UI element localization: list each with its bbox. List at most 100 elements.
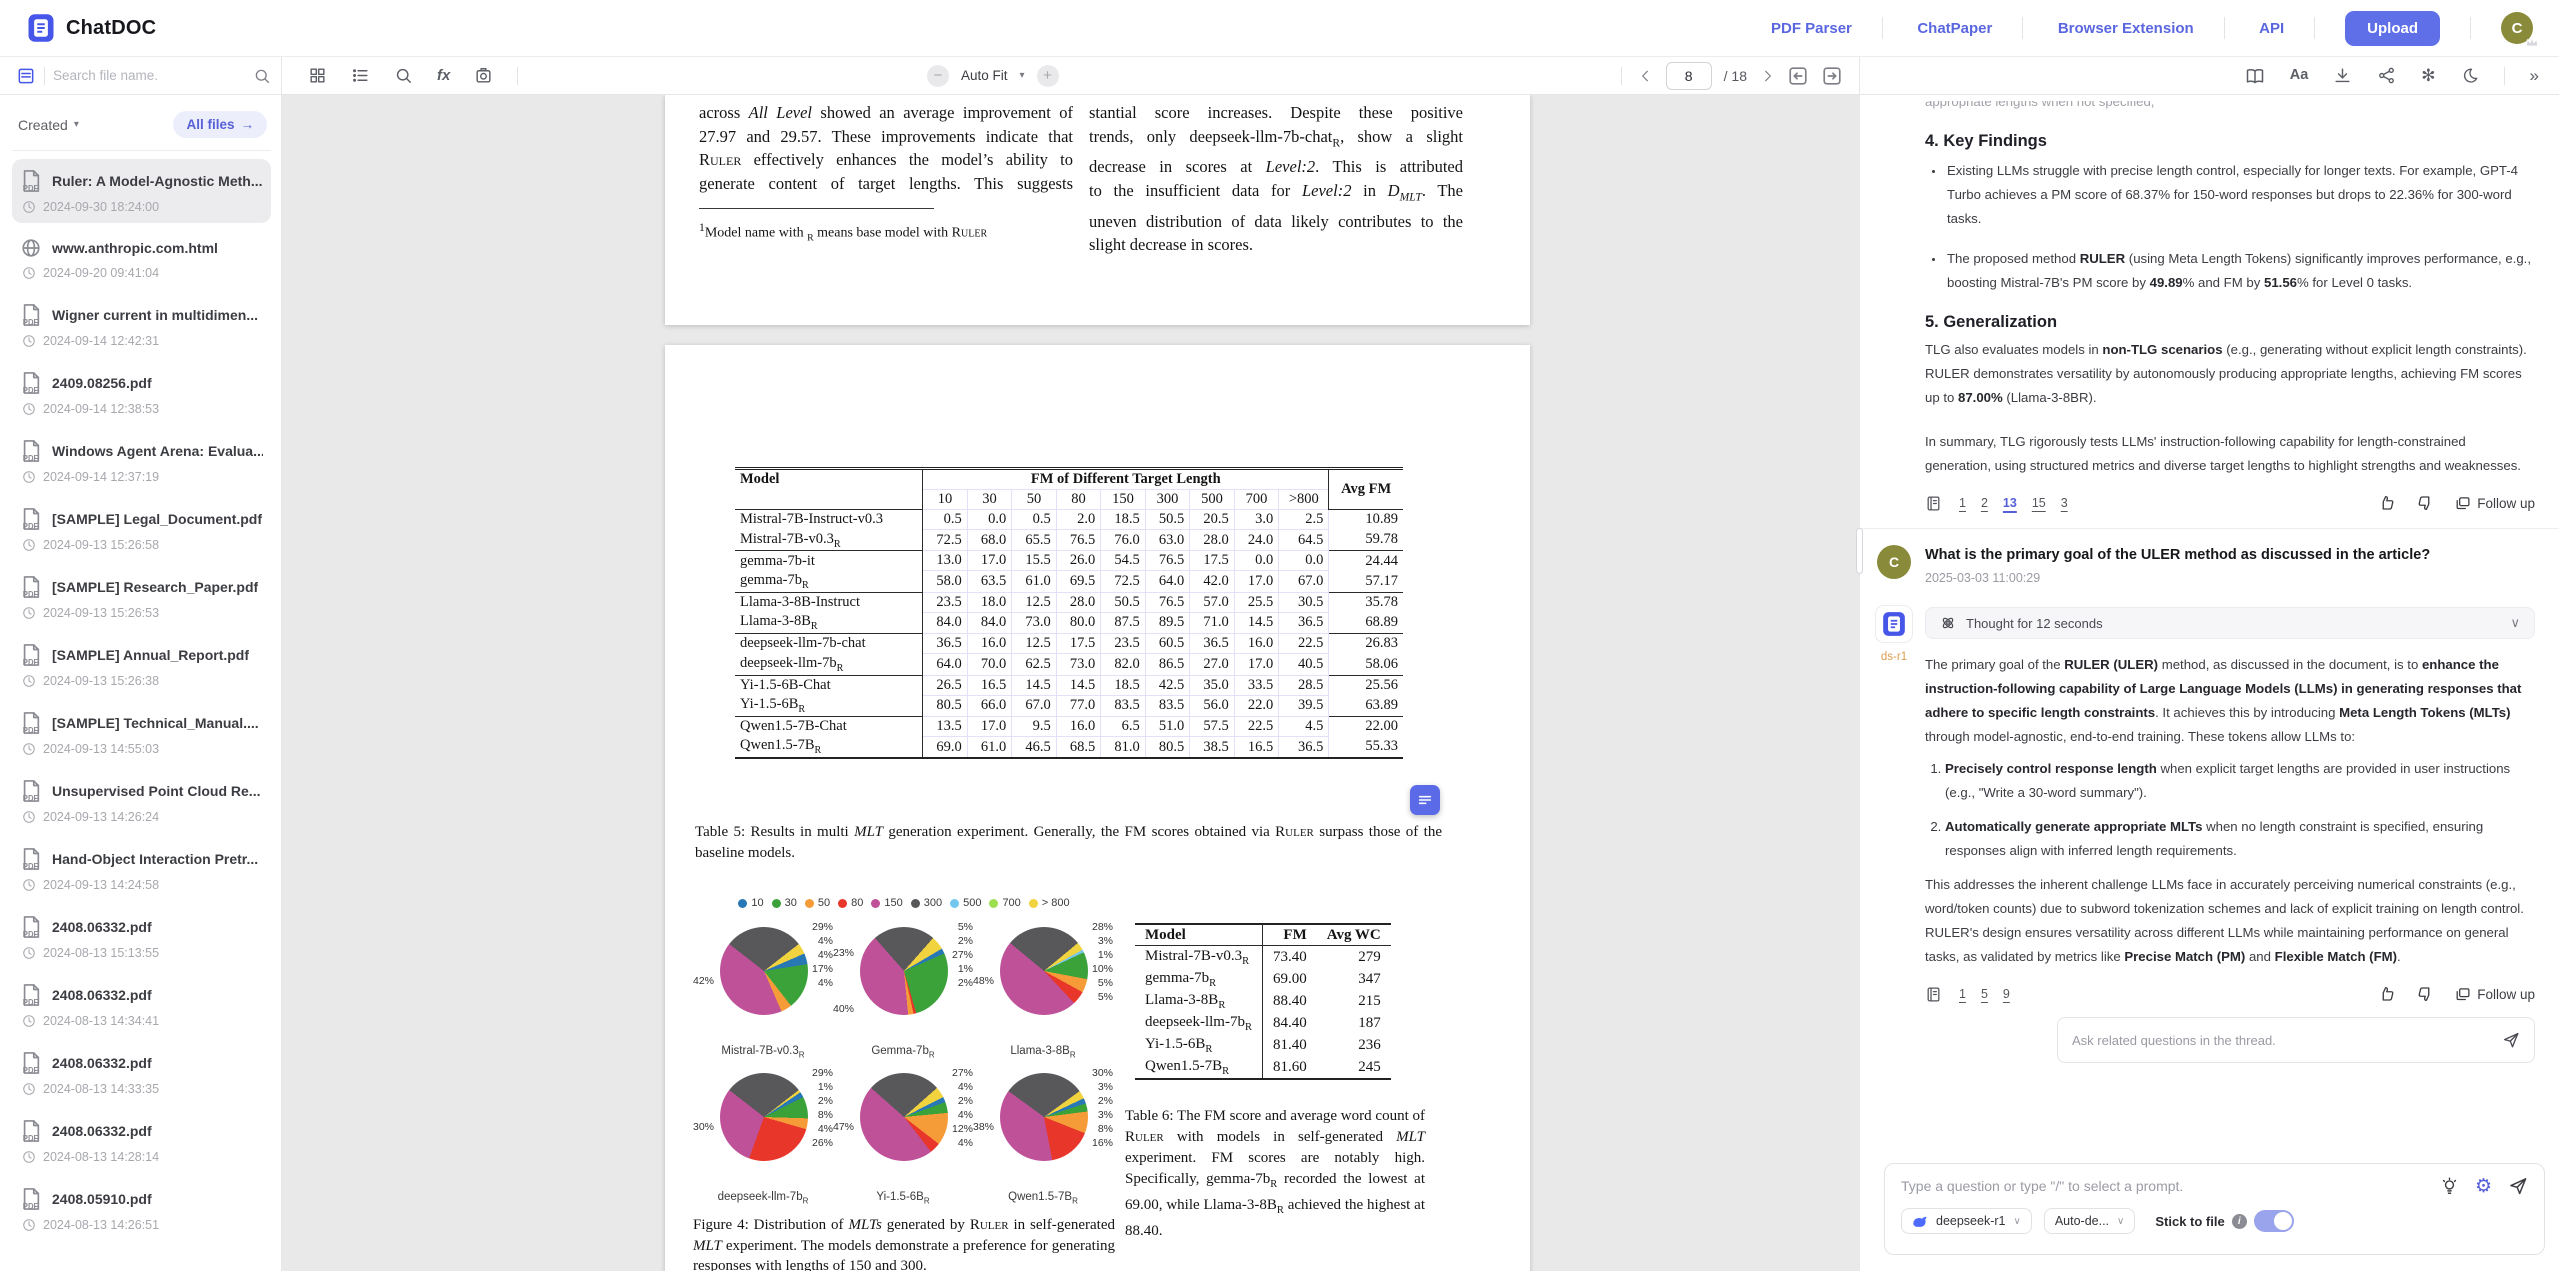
pdf-viewer[interactable]: across All Level showed an average impro… — [282, 95, 1860, 1271]
composer: ⚙ deepseek-r1 ∨ Auto-de... ∨ Stick to fi… — [1884, 1163, 2545, 1255]
page-number-input[interactable] — [1666, 62, 1712, 90]
svg-text:PDF: PDF — [23, 454, 39, 463]
nav-link[interactable]: API — [2229, 20, 2314, 37]
next-page-icon[interactable] — [1759, 68, 1775, 84]
file-date: 2024-09-14 12:38:53 — [43, 402, 159, 416]
nav-link[interactable]: Browser Extension — [2028, 20, 2224, 37]
dark-mode-moon-icon[interactable] — [2461, 67, 2479, 85]
list-item[interactable]: PDF Windows Agent Arena: Evalua... 2024-… — [12, 429, 271, 493]
openai-icon[interactable]: ✻ — [2421, 67, 2435, 84]
list-item[interactable]: PDF Ruler: A Model-Agnostic Meth... 2024… — [12, 159, 271, 223]
list-item[interactable]: PDF www.anthropic.com.html 2024-09-20 09… — [12, 227, 271, 289]
formula-icon[interactable]: fx — [437, 67, 450, 84]
page-citation[interactable]: 5 — [1981, 987, 1988, 1001]
svg-text:PDF: PDF — [23, 1134, 39, 1143]
search-input[interactable] — [53, 68, 245, 83]
page-citation[interactable]: 13 — [2003, 496, 2017, 510]
history-back-icon[interactable] — [1787, 65, 1809, 87]
chatdoc-logo[interactable]: ChatDOC — [26, 13, 156, 43]
sort-created-dropdown[interactable]: Created▾ — [18, 117, 79, 133]
chat-scroll-area[interactable]: appropriate lengths when not specified, … — [1860, 95, 2559, 1149]
summary-book-icon[interactable] — [2245, 66, 2265, 86]
svg-text:PDF: PDF — [23, 1202, 39, 1211]
list-item[interactable]: PDF Hand-Object Interaction Pretr... 202… — [12, 837, 271, 901]
model-select[interactable]: deepseek-r1 ∨ — [1901, 1208, 2032, 1234]
list-item[interactable]: PDF 2408.05910.pdf 2024-08-13 14:26:51 — [12, 1177, 271, 1241]
search-icon[interactable] — [253, 67, 271, 85]
pdf-file-icon: PDF — [20, 711, 42, 735]
list-item[interactable]: PDF [SAMPLE] Technical_Manual.... 2024-0… — [12, 701, 271, 765]
font-size-icon[interactable]: Aa — [2290, 68, 2309, 83]
thumbs-down-icon[interactable] — [2416, 985, 2434, 1003]
answer-list-item: Automatically generate appropriate MLTs … — [1945, 815, 2535, 863]
thumbnail-grid-icon[interactable] — [308, 66, 327, 85]
history-forward-icon[interactable] — [1821, 65, 1843, 87]
pdf-file-icon: PDF — [20, 439, 42, 463]
page-citation[interactable]: 1 — [1959, 496, 1966, 510]
search-doc-icon[interactable] — [394, 66, 413, 85]
page-citation[interactable]: 15 — [2032, 496, 2046, 510]
list-item[interactable]: PDF 2408.06332.pdf 2024-08-13 15:13:55 — [12, 905, 271, 969]
zoom-in-button[interactable]: + — [1037, 65, 1059, 87]
legend-dot — [805, 899, 814, 908]
chatdoc-logo-icon — [26, 13, 56, 43]
all-files-button[interactable]: All files→ — [173, 111, 267, 138]
send-icon[interactable] — [2508, 1176, 2528, 1196]
file-sidebar: Created▾ All files→ PDF Ruler: A Model-A… — [0, 95, 282, 1271]
upload-button[interactable]: Upload — [2345, 11, 2440, 46]
thumbs-down-icon[interactable] — [2416, 494, 2434, 512]
thought-toggle[interactable]: Thought for 12 seconds ∨ — [1925, 607, 2535, 639]
footnote: 1Model name with R means base model with… — [699, 216, 1073, 250]
collapse-panel-icon[interactable]: » — [2530, 67, 2539, 84]
archive-icon[interactable] — [16, 66, 36, 86]
download-icon[interactable] — [2333, 66, 2352, 85]
page-citation[interactable]: 1 — [1959, 987, 1966, 1001]
table-row: Yi-1.5-6B-Chat 26.516.5 14.514.5 18.542.… — [735, 675, 1403, 695]
list-item[interactable]: PDF 2408.06332.pdf 2024-08-13 14:33:35 — [12, 1041, 271, 1105]
file-name: [SAMPLE] Technical_Manual.... — [52, 715, 259, 731]
follow-up-button[interactable]: Follow up — [2454, 495, 2535, 512]
list-item[interactable]: PDF 2409.08256.pdf 2024-09-14 12:38:53 — [12, 361, 271, 425]
nav-link[interactable]: PDF Parser — [1741, 20, 1882, 37]
gear-icon[interactable]: ⚙ — [2475, 1177, 2492, 1196]
list-item[interactable]: PDF Unsupervised Point Cloud Re... 2024-… — [12, 769, 271, 833]
page-citation[interactable]: 2 — [1981, 496, 1988, 510]
list-item[interactable]: PDF 2408.06332.pdf 2024-08-13 14:34:41 — [12, 973, 271, 1037]
question-input[interactable] — [1901, 1178, 2424, 1194]
clock-icon — [22, 402, 36, 416]
list-item[interactable]: PDF [SAMPLE] Research_Paper.pdf 2024-09-… — [12, 565, 271, 629]
chevron-down-icon[interactable]: ▾ — [1020, 70, 1025, 81]
panel-resize-handle[interactable] — [1856, 528, 1863, 574]
file-date: 2024-09-30 18:24:00 — [43, 200, 159, 214]
share-icon[interactable] — [2377, 66, 2396, 85]
zoom-out-button[interactable]: − — [927, 65, 949, 87]
clock-icon — [22, 1150, 36, 1164]
list-item[interactable]: PDF Wigner current in multidimen... 2024… — [12, 293, 271, 357]
nav-link[interactable]: ChatPaper — [1887, 20, 2022, 37]
thread-input[interactable] — [2072, 1033, 2492, 1048]
footnote-rule — [699, 208, 934, 209]
language-detect-select[interactable]: Auto-de... ∨ — [2044, 1208, 2136, 1234]
user-avatar[interactable]: C — [2501, 12, 2533, 44]
send-icon[interactable] — [2502, 1031, 2520, 1049]
chevron-down-icon: ∨ — [2510, 615, 2520, 631]
nav-separator — [1882, 17, 1883, 39]
stick-to-file-toggle[interactable] — [2254, 1210, 2294, 1232]
pie-label: 30% — [1092, 1067, 1113, 1079]
follow-up-button[interactable]: Follow up — [2454, 986, 2535, 1003]
list-item[interactable]: PDF [SAMPLE] Annual_Report.pdf 2024-09-1… — [12, 633, 271, 697]
list-item[interactable]: PDF 2408.06332.pdf 2024-08-13 14:28:14 — [12, 1109, 271, 1173]
page-citation[interactable]: 3 — [2061, 496, 2068, 510]
page-citation[interactable]: 9 — [2003, 987, 2010, 1001]
thumbs-up-icon[interactable] — [2378, 985, 2396, 1003]
chatdoc-select-widget[interactable] — [1410, 785, 1440, 815]
table-row: Llama-3-8BR 84.084.0 73.080.0 87.589.5 7… — [735, 612, 1403, 633]
prompt-idea-icon[interactable] — [2440, 1177, 2459, 1196]
fit-mode-label[interactable]: Auto Fit — [961, 68, 1008, 83]
legend-item: 10 — [738, 897, 763, 909]
list-item[interactable]: PDF [SAMPLE] Legal_Document.pdf 2024-09-… — [12, 497, 271, 561]
thumbs-up-icon[interactable] — [2378, 494, 2396, 512]
prev-page-icon[interactable] — [1638, 68, 1654, 84]
outline-list-icon[interactable] — [351, 66, 370, 85]
screenshot-icon[interactable] — [474, 66, 493, 85]
